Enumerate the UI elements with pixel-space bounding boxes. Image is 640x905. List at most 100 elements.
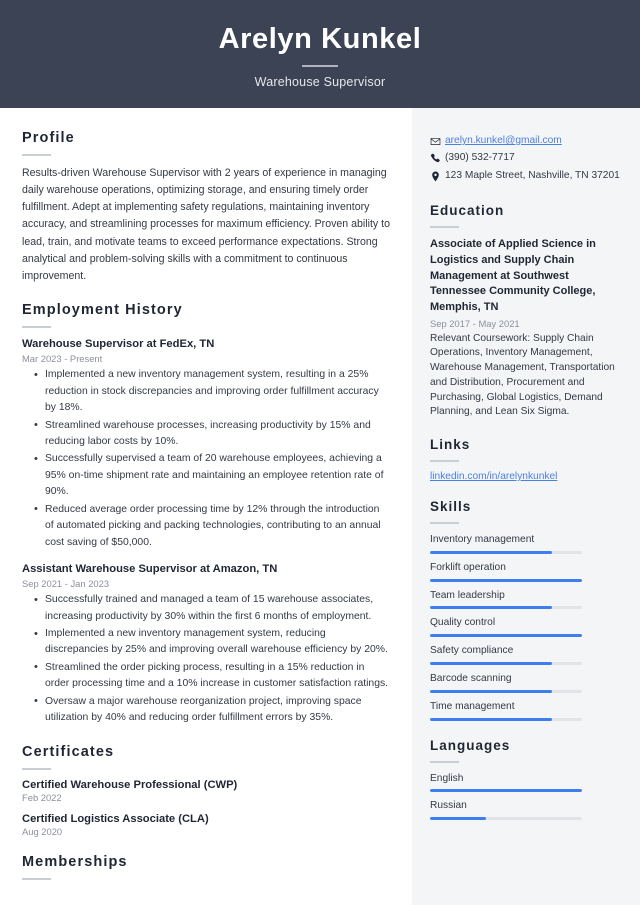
skill-item: Quality control bbox=[430, 616, 622, 638]
profile-text: Results-driven Warehouse Supervisor with… bbox=[22, 167, 390, 282]
job-title: Assistant Warehouse Supervisor at Amazon… bbox=[22, 563, 278, 576]
education-description: Relevant Coursework: Supply Chain Operat… bbox=[430, 332, 615, 418]
language-track bbox=[430, 817, 582, 821]
job-bullet: Successfully supervised a team of 20 war… bbox=[34, 451, 390, 500]
education-date: Sep 2017 - May 2021 bbox=[430, 317, 520, 329]
skill-track bbox=[430, 662, 582, 666]
skill-label: Quality control bbox=[430, 617, 496, 629]
skill-track bbox=[430, 689, 582, 693]
skill-fill bbox=[430, 717, 552, 721]
language-label: Russian bbox=[430, 800, 467, 812]
section-certificates: Certificates Certified Warehouse Profess… bbox=[22, 744, 390, 837]
certificate-date: Aug 2020 bbox=[22, 825, 63, 837]
job-date: Sep 2021 - Jan 2023 bbox=[22, 578, 110, 590]
skill-fill bbox=[430, 550, 552, 554]
education-degree: Associate of Applied Science in Logistic… bbox=[430, 238, 596, 313]
contact-list: arelyn.kunkel@gmail.com (390) 532-7717 1… bbox=[430, 134, 622, 183]
job-bullet: Reduced average order processing time by… bbox=[34, 501, 390, 551]
skill-label: Barcode scanning bbox=[430, 673, 512, 685]
section-divider bbox=[430, 460, 459, 463]
sidebar-column: arelyn.kunkel@gmail.com (390) 532-7717 1… bbox=[412, 108, 640, 905]
skill-item: Barcode scanning bbox=[430, 672, 622, 693]
section-links: Links linkedin.com/in/arelynkunkel bbox=[430, 437, 622, 482]
skill-track bbox=[430, 578, 582, 582]
job-title: Warehouse Supervisor at FedEx, TN bbox=[22, 338, 215, 351]
section-title-languages: Languages bbox=[430, 737, 511, 753]
job-bullet: Successfully trained and managed a team … bbox=[34, 592, 390, 625]
job-bullet: Streamlined warehouse processes, increas… bbox=[34, 417, 390, 451]
skill-label: Team leadership bbox=[430, 589, 505, 601]
job-bullet: Streamlined the order picking process, r… bbox=[34, 659, 390, 693]
contact-email: arelyn.kunkel@gmail.com bbox=[430, 134, 622, 148]
contact-email-text[interactable]: arelyn.kunkel@gmail.com bbox=[445, 134, 562, 148]
certificate-entry: Certified Logistics Associate (CLA) Aug … bbox=[22, 813, 390, 837]
section-divider bbox=[22, 326, 51, 329]
certificate-title: Certified Logistics Associate (CLA) bbox=[22, 812, 209, 825]
section-languages: Languages English Russian bbox=[430, 738, 622, 821]
skill-item: Inventory management bbox=[430, 533, 622, 554]
employment-entry: Assistant Warehouse Supervisor at Amazon… bbox=[22, 562, 390, 727]
skill-track bbox=[430, 606, 582, 610]
job-bullets: Implemented a new inventory management s… bbox=[22, 367, 390, 551]
skill-item: Forklift operation bbox=[430, 561, 622, 582]
job-bullet: Implemented a new inventory management s… bbox=[34, 367, 390, 416]
certificate-entry: Certified Warehouse Professional (CWP) F… bbox=[22, 779, 390, 803]
location-pin-icon bbox=[430, 169, 445, 182]
section-employment-history: Employment History Warehouse Supervisor … bbox=[22, 302, 390, 727]
section-divider bbox=[430, 226, 459, 229]
section-divider bbox=[22, 154, 51, 156]
skill-fill bbox=[430, 689, 552, 693]
language-fill bbox=[430, 789, 582, 793]
language-label: English bbox=[430, 772, 464, 784]
section-divider bbox=[22, 877, 51, 880]
main-column: Profile Results-driven Warehouse Supervi… bbox=[0, 108, 412, 905]
phone-icon bbox=[430, 151, 445, 164]
language-item: Russian bbox=[430, 799, 622, 821]
contact-phone-text: (390) 532-7717 bbox=[445, 152, 515, 164]
skill-label: Time management bbox=[430, 700, 515, 712]
language-item: English bbox=[430, 772, 622, 793]
section-profile: Profile Results-driven Warehouse Supervi… bbox=[22, 130, 390, 285]
skill-label: Forklift operation bbox=[430, 561, 506, 573]
link-linkedin[interactable]: linkedin.com/in/arelynkunkel bbox=[430, 471, 622, 482]
section-title-education: Education bbox=[430, 203, 505, 219]
contact-address: 123 Maple Street, Nashville, TN 37201 bbox=[430, 169, 622, 183]
section-education: Education Associate of Applied Science i… bbox=[430, 203, 622, 420]
header-divider bbox=[302, 65, 338, 68]
job-bullet: Implemented a new inventory management s… bbox=[34, 626, 390, 659]
employment-entry: Warehouse Supervisor at FedEx, TN Mar 20… bbox=[22, 337, 390, 551]
skill-track bbox=[430, 634, 582, 638]
skill-track bbox=[430, 717, 582, 721]
section-divider bbox=[22, 767, 51, 770]
skill-fill bbox=[430, 634, 582, 638]
certificate-date: Feb 2022 bbox=[22, 791, 62, 803]
section-memberships: Memberships bbox=[22, 854, 390, 880]
section-skills: Skills Inventory management Forklift ope… bbox=[430, 499, 622, 721]
envelope-icon bbox=[430, 134, 445, 147]
resume-page: Arelyn Kunkel Warehouse Supervisor Profi… bbox=[0, 0, 640, 905]
language-fill bbox=[430, 817, 487, 821]
section-title-certificates: Certificates bbox=[22, 743, 115, 760]
section-divider bbox=[430, 522, 459, 525]
resume-header: Arelyn Kunkel Warehouse Supervisor bbox=[0, 0, 640, 108]
skill-label: Safety compliance bbox=[430, 645, 514, 657]
skill-fill bbox=[430, 662, 552, 666]
skill-item: Safety compliance bbox=[430, 644, 622, 666]
job-bullet: Oversaw a major warehouse reorganization… bbox=[34, 693, 390, 727]
job-bullets: Successfully trained and managed a team … bbox=[22, 592, 390, 727]
contact-phone: (390) 532-7717 bbox=[430, 151, 622, 165]
skill-item: Team leadership bbox=[430, 589, 622, 610]
skill-fill bbox=[430, 578, 582, 582]
resume-body: Profile Results-driven Warehouse Supervi… bbox=[0, 108, 640, 905]
section-title-employment: Employment History bbox=[22, 302, 183, 319]
candidate-name: Arelyn Kunkel bbox=[218, 22, 422, 55]
skill-fill bbox=[430, 606, 552, 610]
section-title-links: Links bbox=[430, 437, 471, 453]
section-title-profile: Profile bbox=[22, 130, 75, 146]
job-date: Mar 2023 - Present bbox=[22, 353, 103, 365]
contact-address-text: 123 Maple Street, Nashville, TN 37201 bbox=[445, 169, 620, 181]
section-title-memberships: Memberships bbox=[22, 853, 128, 870]
skill-track bbox=[430, 550, 582, 554]
skill-item: Time management bbox=[430, 700, 622, 721]
certificate-title: Certified Warehouse Professional (CWP) bbox=[22, 778, 238, 791]
